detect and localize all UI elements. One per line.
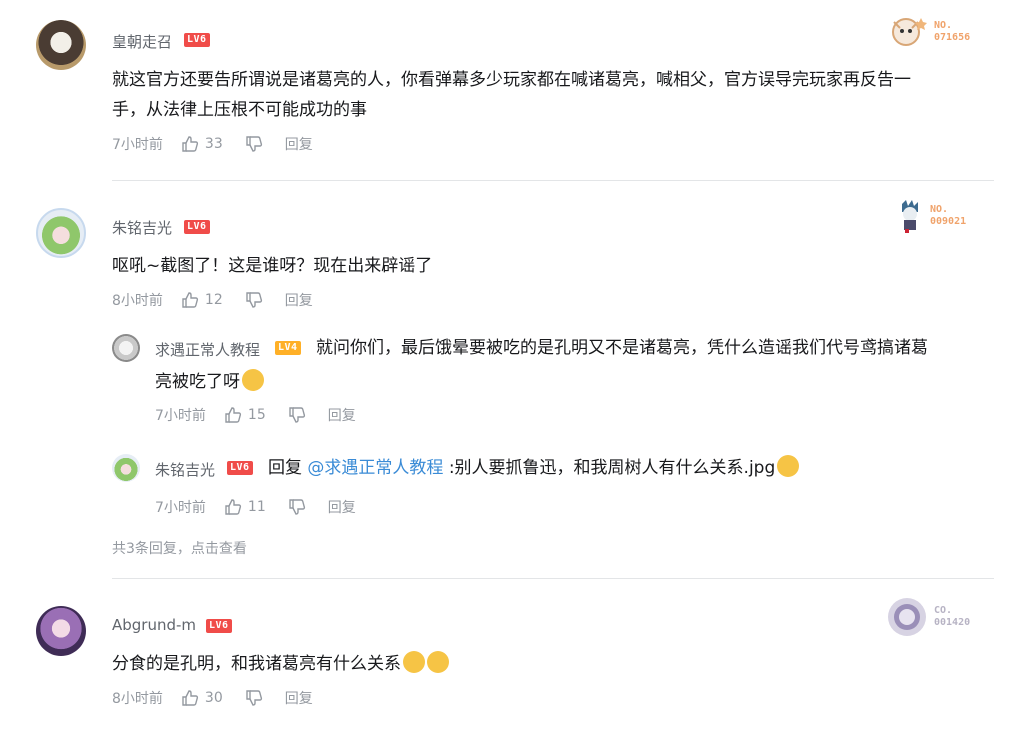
dislike-button[interactable]: [245, 291, 263, 309]
badge-label: NO.: [934, 20, 953, 31]
comment-text: 呕吼~截图了！这是谁呀？现在出来辟谣了: [112, 256, 433, 276]
reply-meta: 7小时前 11 回复: [155, 497, 356, 517]
reply-text-line-2: 亮被吃了呀: [155, 366, 264, 398]
reply-button[interactable]: 回复: [285, 688, 313, 708]
timestamp: 8小时前: [112, 691, 163, 707]
mention-link[interactable]: @求遇正常人教程: [307, 458, 443, 478]
like-count: 11: [247, 499, 266, 515]
like-count: 33: [204, 136, 223, 152]
reply-button[interactable]: 回复: [328, 405, 356, 425]
fan-badge[interactable]: NO. 071656: [888, 14, 970, 50]
reply-button[interactable]: 回复: [285, 290, 313, 310]
thumbs-up-icon: [225, 499, 241, 515]
thumbs-down-icon: [246, 690, 262, 706]
comment-meta: 8小时前 30 回复: [112, 688, 313, 708]
timestamp: 8小时前: [112, 293, 163, 309]
divider: [112, 578, 994, 579]
comment-meta: 7小时前 33 回复: [112, 134, 313, 154]
dislike-button[interactable]: [288, 406, 306, 424]
doge-emoji-icon: [777, 455, 800, 477]
badge-number: 071656: [934, 32, 971, 43]
like-button[interactable]: 30: [181, 689, 223, 707]
like-button[interactable]: 12: [181, 291, 223, 309]
like-button[interactable]: 33: [181, 135, 223, 153]
level-badge: LV6: [184, 220, 210, 234]
thumbs-down-icon: [246, 292, 262, 308]
level-badge: LV6: [206, 619, 232, 633]
comment-meta: 8小时前 12 回复: [112, 290, 313, 310]
divider: [112, 180, 994, 181]
rofl-emoji-icon: [403, 651, 425, 673]
level-badge: LV6: [184, 33, 210, 47]
reply-prefix: 回复: [268, 458, 302, 478]
character-icon: [902, 200, 918, 233]
thumbs-down-icon: [289, 499, 305, 515]
thumbs-up-icon: [182, 136, 198, 152]
reply-avatar[interactable]: [112, 334, 140, 362]
like-button[interactable]: 15: [224, 406, 266, 424]
dislike-button[interactable]: [245, 135, 263, 153]
view-replies-link[interactable]: 共3条回复，点击查看: [112, 538, 247, 558]
timestamp: 7小时前: [155, 408, 206, 424]
like-count: 15: [247, 407, 266, 423]
avatar[interactable]: [36, 606, 86, 656]
thumbs-up-icon: [225, 407, 241, 423]
reply-text-line-2-content: 亮被吃了呀: [155, 372, 240, 392]
comment-text-line-2: 手，从法律上压根不可能成功的事: [112, 100, 367, 120]
rofl-emoji-icon: [427, 651, 449, 673]
reply-meta: 7小时前 15 回复: [155, 405, 356, 425]
reply-username[interactable]: 朱铭吉光: [155, 459, 215, 480]
username[interactable]: 皇朝走召: [112, 31, 172, 52]
badge-label: CO.: [934, 605, 953, 616]
dislike-button[interactable]: [288, 498, 306, 516]
badge-label: NO.: [930, 204, 949, 215]
reply-content: :别人要抓鲁迅，和我周树人有什么关系.jpg: [448, 458, 776, 478]
reply-text-line-1: 就问你们，最后饿晕要被吃的是孔明又不是诸葛亮，凭什么造谣我们代号鸢搞诸葛: [316, 338, 928, 358]
thumbs-down-icon: [246, 136, 262, 152]
badge-number: 009021: [930, 216, 967, 227]
badge-number: 001420: [934, 617, 971, 628]
like-button[interactable]: 11: [224, 498, 266, 516]
comment-text-line-1: 就这官方还要告所谓说是诸葛亮的人，你看弹幕多少玩家都在喊诸葛亮，喊相父，官方误导…: [112, 70, 911, 90]
like-count: 30: [204, 690, 223, 706]
thumbs-up-icon: [182, 690, 198, 706]
timestamp: 7小时前: [112, 137, 163, 153]
username[interactable]: 朱铭吉光: [112, 217, 172, 238]
ring-emblem-icon: [888, 598, 926, 636]
reply-username[interactable]: 求遇正常人教程: [155, 339, 260, 360]
reply-avatar[interactable]: [112, 454, 140, 482]
dislike-button[interactable]: [245, 689, 263, 707]
reply-button[interactable]: 回复: [285, 134, 313, 154]
fan-badge[interactable]: CO. 001420: [886, 596, 970, 638]
level-badge: LV4: [275, 341, 301, 355]
timestamp: 7小时前: [155, 500, 206, 516]
character-icon: [892, 18, 927, 46]
reply-button[interactable]: 回复: [328, 497, 356, 517]
like-count: 12: [204, 292, 223, 308]
level-badge: LV6: [227, 461, 253, 475]
doge-emoji-icon: [242, 369, 264, 391]
comment-text-content: 分食的是孔明，和我诸葛亮有什么关系: [112, 654, 401, 674]
thumbs-up-icon: [182, 292, 198, 308]
fan-badge[interactable]: NO. 009021: [896, 198, 966, 234]
comment-text: 分食的是孔明，和我诸葛亮有什么关系: [112, 648, 449, 680]
reply-text: 回复 @求遇正常人教程 :别人要抓鲁迅，和我周树人有什么关系.jpg: [268, 452, 800, 484]
avatar[interactable]: [36, 20, 86, 70]
thumbs-down-icon: [289, 407, 305, 423]
avatar[interactable]: [36, 208, 86, 258]
username[interactable]: Abgrund-m: [112, 616, 196, 634]
